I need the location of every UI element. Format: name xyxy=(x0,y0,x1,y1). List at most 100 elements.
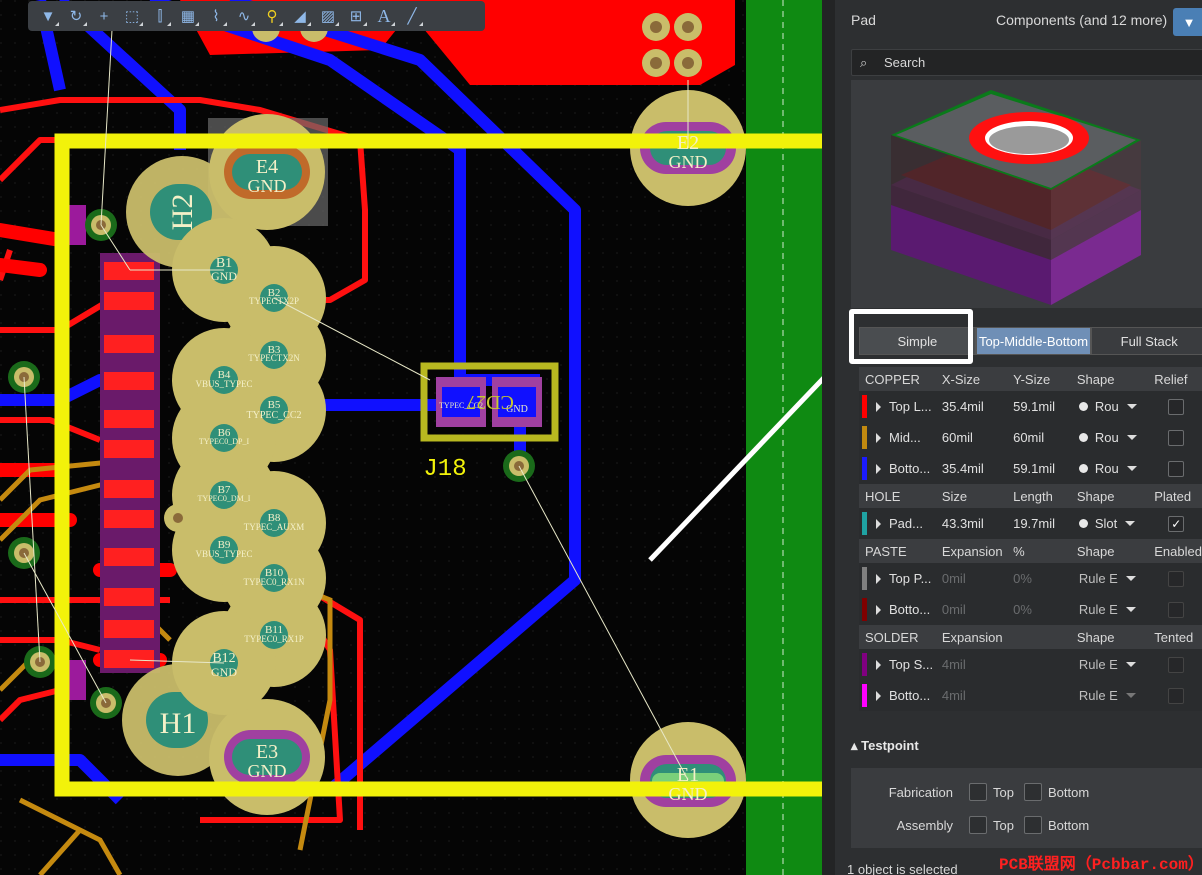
expansion-field[interactable]: 0mil xyxy=(936,602,1007,617)
expansion-field[interactable]: 0mil xyxy=(936,571,1007,586)
component-tool-button[interactable]: ▦ xyxy=(174,2,202,30)
y-size-field[interactable]: 59.1mil xyxy=(1007,461,1071,476)
fabrication-top-checkbox[interactable] xyxy=(969,783,987,801)
net-b11: TYPEC0_RX1P xyxy=(244,634,304,644)
net-b2: TYPECTX2P xyxy=(249,296,299,306)
table-row[interactable]: Botto... 0mil 0% Rule E xyxy=(859,594,1202,625)
net-b10: TYPEC0_RX1N xyxy=(243,577,305,587)
shape-dropdown[interactable]: Rule E xyxy=(1071,602,1148,617)
diff-pair-tool-button[interactable]: ∿ xyxy=(230,2,258,30)
row-checkbox[interactable] xyxy=(1168,570,1185,587)
chevron-down-icon xyxy=(1125,521,1136,526)
track-icon: ⌇ xyxy=(212,8,220,25)
net-e4: GND xyxy=(248,176,287,196)
shape-dot-icon xyxy=(1078,464,1088,473)
assembly-top-checkbox[interactable] xyxy=(969,816,987,834)
fabrication-bottom-checkbox[interactable] xyxy=(1023,783,1042,801)
text-tool-button[interactable]: A xyxy=(370,2,398,30)
line-icon: ╱ xyxy=(407,8,417,25)
filter-icon: ▼ xyxy=(1182,14,1196,30)
stack-mode-full-stack[interactable]: Full Stack xyxy=(1091,327,1202,355)
expansion-percent-field[interactable]: 0% xyxy=(1007,602,1071,617)
diff-pair-icon: ∿ xyxy=(237,8,251,25)
shape-value: Slot xyxy=(1094,516,1118,531)
x-size-field[interactable]: 60mil xyxy=(936,430,1007,445)
stack-mode-top-middle-bottom[interactable]: Top-Middle-Bottom xyxy=(975,327,1092,355)
pad-3d-preview[interactable] xyxy=(851,80,1202,308)
paste-header-3: Shape xyxy=(1076,543,1115,559)
table-row[interactable]: Mid... 60mil 60mil Rou xyxy=(859,422,1202,453)
expansion-percent-field[interactable]: 0% xyxy=(1007,571,1071,586)
crosshair-tool-button[interactable]: + xyxy=(90,2,118,30)
assembly-bottom-checkbox[interactable] xyxy=(1023,816,1042,834)
component-icon: ▦ xyxy=(180,8,196,25)
shape-dropdown[interactable]: Slot xyxy=(1071,516,1148,531)
row-checkbox[interactable] xyxy=(1168,656,1185,673)
shape-dropdown[interactable]: Rou xyxy=(1071,430,1148,445)
shape-dropdown[interactable]: Rule E xyxy=(1071,571,1148,586)
layer-color-swatch xyxy=(862,684,867,707)
table-row[interactable]: Botto... 4mil Rule E xyxy=(859,680,1202,711)
region-tool-button[interactable]: ▨ xyxy=(314,2,342,30)
copper-header-4: Relief xyxy=(1154,371,1188,387)
designator-e3: E3 xyxy=(256,741,278,763)
panel-subtitle[interactable]: Components (and 12 more) xyxy=(996,12,1167,28)
net-b8: TYPEC_AUXM xyxy=(244,522,305,532)
shape-dropdown[interactable]: Rou xyxy=(1071,399,1148,414)
expand-arrow-icon[interactable] xyxy=(876,573,881,584)
filter-tool-button[interactable]: ▼ xyxy=(34,2,62,30)
line-tool-button[interactable]: ╱ xyxy=(398,2,426,30)
row-checkbox[interactable] xyxy=(1168,687,1185,704)
expand-arrow-icon[interactable] xyxy=(876,401,881,412)
table-row[interactable]: Top P... 0mil 0% Rule E xyxy=(859,563,1202,594)
layer-name: Top L... xyxy=(889,399,932,414)
expand-arrow-icon[interactable] xyxy=(876,659,881,670)
net-b7: TYPEC0_DM_I xyxy=(198,494,251,503)
hole-size-field[interactable]: 43.3mil xyxy=(936,516,1007,531)
via-tool-button[interactable]: ⚲ xyxy=(258,2,286,30)
expand-arrow-icon[interactable] xyxy=(876,518,881,529)
row-checkbox[interactable] xyxy=(1168,601,1185,618)
filter-button[interactable]: ▼ xyxy=(1173,8,1202,36)
shape-dropdown[interactable]: Rule E xyxy=(1071,688,1148,703)
expansion-field[interactable]: 4mil xyxy=(936,657,1007,672)
pcb-toolbar: ▼ ↻ + ⬚ ⫿ ▦ ⌇ ∿ ⚲ ◢ ▨ ⊞ A ╱ xyxy=(28,1,485,31)
row-checkbox[interactable]: ✓ xyxy=(1168,515,1185,532)
shape-dropdown[interactable]: Rou xyxy=(1071,461,1148,476)
expand-arrow-icon[interactable] xyxy=(876,432,881,443)
assembly-top-label: Top xyxy=(993,817,1014,833)
select-rect-tool-button[interactable]: ⬚ xyxy=(118,2,146,30)
chevron-down-icon xyxy=(1126,466,1137,471)
route-tool-button[interactable]: ↻ xyxy=(62,2,90,30)
y-size-field[interactable]: 59.1mil xyxy=(1007,399,1071,414)
polygon-tool-button[interactable]: ◢ xyxy=(286,2,314,30)
testpoint-section-title[interactable]: ▴ Testpoint xyxy=(851,738,919,754)
align-tool-button[interactable]: ⫿ xyxy=(146,2,174,30)
table-row[interactable]: Pad... 43.3mil 19.7mil Slot ✓ xyxy=(859,508,1202,539)
track-tool-button[interactable]: ⌇ xyxy=(202,2,230,30)
expand-arrow-icon[interactable] xyxy=(876,690,881,701)
expansion-field[interactable]: 4mil xyxy=(936,688,1007,703)
expand-arrow-icon[interactable] xyxy=(876,463,881,474)
layer-name: Botto... xyxy=(889,461,931,476)
hole-header-row: HOLE Size Length Shape Plated xyxy=(859,484,1202,508)
search-field[interactable]: ⌕ Search xyxy=(851,49,1202,76)
shape-dropdown[interactable]: Rule E xyxy=(1071,657,1148,672)
row-checkbox[interactable] xyxy=(1168,460,1185,477)
copper-header-row: COPPER X-Size Y-Size Shape Relief xyxy=(859,367,1202,391)
testpoint-title-label: Testpoint xyxy=(861,738,919,753)
pcb-canvas[interactable]: H2 H1 E4 GND E3 GND E2 GND E1 GND B1 GND… xyxy=(0,0,835,875)
table-row[interactable]: Top L... 35.4mil 59.1mil Rou xyxy=(859,391,1202,422)
row-checkbox[interactable] xyxy=(1168,429,1185,446)
panel-divider[interactable] xyxy=(822,0,835,875)
x-size-field[interactable]: 35.4mil xyxy=(936,399,1007,414)
net-b1: GND xyxy=(211,269,237,283)
row-checkbox[interactable] xyxy=(1168,398,1185,415)
hole-length-field[interactable]: 19.7mil xyxy=(1007,516,1071,531)
chart-tool-button[interactable]: ⊞ xyxy=(342,2,370,30)
x-size-field[interactable]: 35.4mil xyxy=(936,461,1007,476)
table-row[interactable]: Botto... 35.4mil 59.1mil Rou xyxy=(859,453,1202,484)
y-size-field[interactable]: 60mil xyxy=(1007,430,1071,445)
table-row[interactable]: Top S... 4mil Rule E xyxy=(859,649,1202,680)
expand-arrow-icon[interactable] xyxy=(876,604,881,615)
